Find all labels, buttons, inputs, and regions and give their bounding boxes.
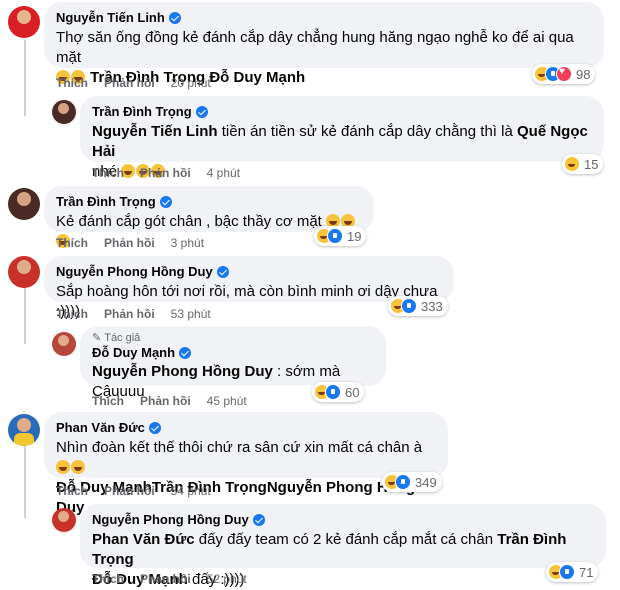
like-reaction-icon [401, 298, 417, 314]
comment-author[interactable]: Nguyễn Tiến Linh [56, 9, 165, 26]
like-button[interactable]: Thích [92, 394, 124, 408]
reaction-summary[interactable]: 19 [314, 226, 367, 246]
reaction-summary[interactable]: 15 [562, 154, 604, 174]
verified-icon [252, 513, 265, 526]
thread-line [24, 40, 26, 116]
thread-line [24, 286, 26, 344]
love-reaction-icon [556, 66, 572, 82]
reaction-summary[interactable]: 333 [388, 296, 448, 316]
like-reaction-icon [325, 384, 341, 400]
reaction-count: 15 [584, 156, 599, 172]
reply-button[interactable]: Phản hồi [104, 76, 155, 90]
timestamp[interactable]: 53 phút [171, 307, 211, 321]
reply-button[interactable]: Phản hồi [104, 484, 155, 498]
laughing-emoji-icon [56, 460, 70, 474]
like-button[interactable]: Thích [56, 484, 88, 498]
verified-icon [195, 105, 208, 118]
verified-icon [148, 421, 161, 434]
reaction-count: 60 [345, 384, 360, 400]
verified-icon [159, 195, 172, 208]
like-reaction-icon [559, 564, 575, 580]
mention-link[interactable]: Phan Văn Đức [92, 531, 195, 548]
comment-author[interactable]: Trần Đình Trọng [92, 103, 192, 120]
author-badge-label: Tác giả [104, 331, 141, 344]
comment-author[interactable]: Nguyễn Phong Hồng Duy [92, 511, 249, 528]
comment-actions: Thích Phản hồi 45 phút [92, 394, 247, 408]
comment-author[interactable]: Nguyễn Phong Hồng Duy [56, 263, 213, 280]
reaction-count: 71 [579, 564, 594, 580]
comment-text: đấy đấy team có 2 kẻ đánh cắp mắt cá châ… [194, 531, 498, 548]
avatar[interactable] [52, 100, 76, 124]
reaction-count: 98 [576, 66, 591, 82]
comment-author[interactable]: Đỗ Duy Mạnh [92, 344, 175, 361]
comment-bubble: Nguyễn Phong Hồng Duy Phan Văn Đức đấy đ… [80, 504, 606, 588]
timestamp[interactable]: 52 phút [207, 572, 247, 586]
author-badge: ✎ Tác giả [92, 331, 374, 345]
timestamp[interactable]: 3 phút [171, 236, 204, 250]
comment-bubble: ✎ Tác giả Đỗ Duy Mạnh Nguyễn Phong Hồng D… [80, 326, 386, 400]
comment-actions: Thích Phản hồi 52 phút [92, 572, 247, 586]
reaction-count: 19 [347, 228, 362, 244]
reply-button[interactable]: Phản hồi [140, 572, 191, 586]
reaction-summary[interactable]: 98 [532, 64, 596, 84]
thread-line [24, 446, 26, 518]
comment-author[interactable]: Trần Đình Trọng [56, 193, 156, 210]
comment-bubble: Nguyễn Tiến Linh Thợ săn ống đồng kẻ đán… [44, 2, 604, 86]
like-reaction-icon [395, 474, 411, 490]
like-reaction-icon [327, 228, 343, 244]
comment-actions: Thích Phản hồi 53 phút [56, 307, 211, 321]
mention-link[interactable]: Nguyễn Tiến Linh [92, 123, 218, 140]
timestamp[interactable]: 4 phút [207, 166, 240, 180]
avatar[interactable] [52, 508, 76, 532]
mention-link[interactable]: Nguyễn Phong Hồng Duy [92, 363, 273, 380]
comment-bubble: Trần Đình Trọng Nguyễn Tiến Linh tiền án… [80, 96, 604, 180]
like-button[interactable]: Thích [92, 166, 124, 180]
reaction-summary[interactable]: 349 [382, 472, 442, 492]
comment-actions: Thích Phản hồi 3 phút [56, 236, 204, 250]
comment-text: Thợ săn ống đồng kẻ đánh cắp dây chẳng h… [56, 29, 574, 66]
avatar[interactable] [52, 332, 76, 356]
reply-button[interactable]: Phản hồi [140, 394, 191, 408]
reaction-summary[interactable]: 71 [546, 562, 599, 582]
verified-icon [216, 265, 229, 278]
like-button[interactable]: Thích [92, 572, 124, 586]
comment-bubble: Nguyễn Phong Hồng Duy Sắp hoàng hôn tới … [44, 256, 454, 320]
reply-button[interactable]: Phản hồi [104, 236, 155, 250]
avatar[interactable] [8, 188, 40, 220]
verified-icon [179, 346, 192, 359]
reaction-summary[interactable]: 60 [312, 382, 365, 402]
comment-text: tiền án tiền sử kẻ đánh cắp dây chằng th… [217, 123, 517, 140]
comment-actions: Thích Phản hồi 54 phút [56, 484, 211, 498]
comment-author[interactable]: Phan Văn Đức [56, 419, 145, 436]
reply-button[interactable]: Phản hồi [104, 307, 155, 321]
laughing-emoji-icon [71, 460, 85, 474]
reply-button[interactable]: Phản hồi [140, 166, 191, 180]
comment-actions: Thích Phản hồi 20 phút [56, 76, 211, 90]
timestamp[interactable]: 20 phút [171, 76, 211, 90]
like-button[interactable]: Thích [56, 76, 88, 90]
avatar[interactable] [8, 414, 40, 446]
pen-icon: ✎ [92, 332, 102, 344]
comment-text: Nhìn đoàn kết thế thôi chứ ra sân cứ xin… [56, 439, 423, 456]
avatar[interactable] [8, 6, 40, 38]
reaction-count: 349 [415, 474, 437, 490]
comment-actions: Thích Phản hồi 4 phút [92, 166, 240, 180]
haha-reaction-icon [564, 156, 580, 172]
timestamp[interactable]: 54 phút [171, 484, 211, 498]
like-button[interactable]: Thích [56, 236, 88, 250]
timestamp[interactable]: 45 phút [207, 394, 247, 408]
verified-icon [168, 11, 181, 24]
avatar[interactable] [8, 256, 40, 288]
reaction-count: 333 [421, 298, 443, 314]
like-button[interactable]: Thích [56, 307, 88, 321]
comment-bubble: Phan Văn Đức Nhìn đoàn kết thế thôi chứ … [44, 412, 448, 516]
comment-text: Kẻ đánh cắp gót chân , bậc thầy cơ mặt [56, 213, 322, 230]
